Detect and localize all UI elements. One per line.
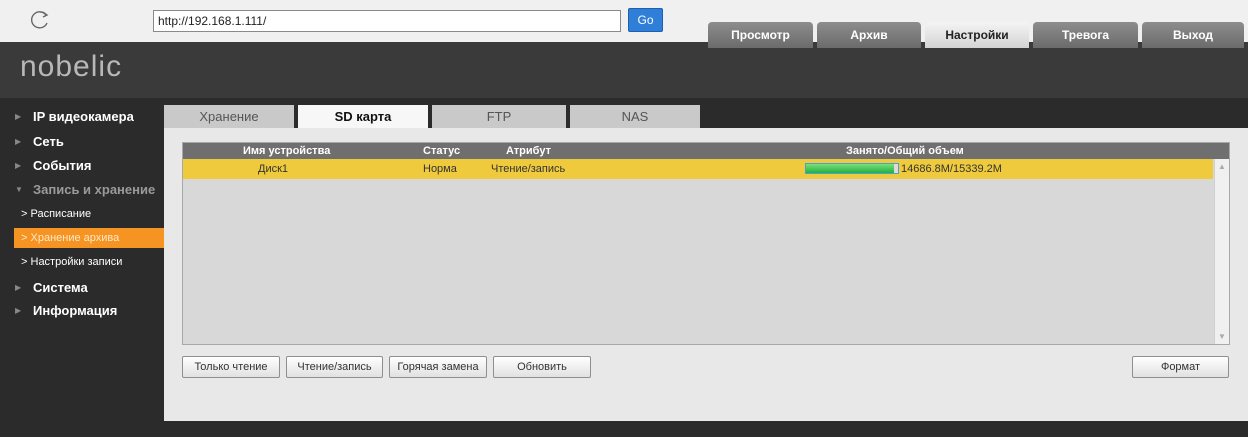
- sidebar-item-label: IP видеокамера: [33, 109, 134, 124]
- sidebar-subitem-label: Расписание: [30, 208, 92, 220]
- column-header-attribute: Атрибут: [506, 145, 551, 157]
- tab-ftp[interactable]: FTP: [432, 105, 566, 129]
- device-attribute: Чтение/запись: [491, 163, 566, 175]
- sidebar-subitem-label: Настройки записи: [30, 256, 123, 268]
- scroll-down-icon[interactable]: ▼: [1218, 332, 1226, 341]
- nav-tab-archive[interactable]: Архив: [817, 22, 921, 48]
- collapsed-arrow-icon: ▶: [15, 306, 22, 315]
- collapsed-arrow-icon: ▶: [15, 283, 22, 292]
- chevron-right-icon: >: [21, 208, 28, 220]
- sidebar-item-events[interactable]: ▶ События: [0, 155, 164, 177]
- app-header: nobelic: [0, 42, 1248, 98]
- read-write-button[interactable]: Чтение/запись: [286, 356, 383, 378]
- column-header-usage: Занято/Общий объем: [846, 145, 964, 157]
- collapsed-arrow-icon: ▶: [15, 161, 22, 170]
- sidebar-item-label: События: [33, 158, 92, 173]
- tab-sd-card[interactable]: SD карта: [298, 105, 428, 129]
- column-header-status: Статус: [423, 145, 461, 157]
- sidebar-item-label: Информация: [33, 303, 118, 318]
- table-header: Имя устройства Статус Атрибут Занято/Общ…: [183, 143, 1229, 159]
- sidebar-item-label: Сеть: [33, 134, 64, 149]
- url-input[interactable]: [153, 10, 621, 32]
- nav-tab-logout[interactable]: Выход: [1142, 22, 1244, 48]
- expanded-arrow-icon: ▼: [15, 185, 23, 194]
- nav-tab-alarm[interactable]: Тревога: [1033, 22, 1138, 48]
- table-scrollbar[interactable]: ▲ ▼: [1214, 159, 1229, 344]
- sidebar-item-system[interactable]: ▶ Система: [0, 277, 164, 299]
- sidebar-subitem-schedule[interactable]: > Расписание: [14, 204, 164, 224]
- sidebar-item-label: Система: [33, 280, 88, 295]
- sidebar-subitem-record-settings[interactable]: > Настройки записи: [14, 252, 164, 272]
- go-button[interactable]: Go: [628, 8, 663, 32]
- format-button[interactable]: Формат: [1132, 356, 1229, 378]
- logo: nobelic: [20, 50, 123, 83]
- sidebar-item-ip-camera[interactable]: ▶ IP видеокамера: [0, 106, 164, 128]
- usage-progress-bar: [805, 163, 899, 174]
- footer-strip: [0, 421, 1248, 437]
- device-table: Имя устройства Статус Атрибут Занято/Общ…: [182, 142, 1230, 345]
- chevron-right-icon: >: [21, 232, 28, 244]
- scroll-up-icon[interactable]: ▲: [1218, 162, 1226, 171]
- nav-tab-view[interactable]: Просмотр: [708, 22, 813, 48]
- sidebar-item-label: Запись и хранение: [33, 182, 156, 197]
- hot-swap-button[interactable]: Горячая замена: [389, 356, 487, 378]
- nav-tab-settings[interactable]: Настройки: [925, 22, 1029, 48]
- sidebar-subitem-archive-storage[interactable]: > Хранение архива: [14, 228, 164, 248]
- sidebar-item-record-storage[interactable]: ▼ Запись и хранение: [0, 179, 164, 201]
- chevron-right-icon: >: [21, 256, 28, 268]
- usage-progress-fill: [806, 164, 895, 173]
- sidebar-item-information[interactable]: ▶ Информация: [0, 300, 164, 322]
- refresh-icon[interactable]: [28, 8, 52, 32]
- collapsed-arrow-icon: ▶: [15, 112, 22, 121]
- sidebar-subitem-label: Хранение архива: [30, 232, 120, 244]
- device-status: Норма: [423, 163, 457, 175]
- refresh-button[interactable]: Обновить: [493, 356, 591, 378]
- sidebar-item-network[interactable]: ▶ Сеть: [0, 131, 164, 153]
- collapsed-arrow-icon: ▶: [15, 137, 22, 146]
- tab-storage[interactable]: Хранение: [164, 105, 294, 129]
- table-row[interactable]: Диск1 Норма Чтение/запись 14686.8M/15339…: [183, 159, 1213, 179]
- column-header-device: Имя устройства: [243, 145, 331, 157]
- device-usage: 14686.8M/15339.2M: [901, 163, 1002, 175]
- read-only-button[interactable]: Только чтение: [182, 356, 280, 378]
- device-name: Диск1: [258, 163, 289, 175]
- tab-nas[interactable]: NAS: [570, 105, 700, 129]
